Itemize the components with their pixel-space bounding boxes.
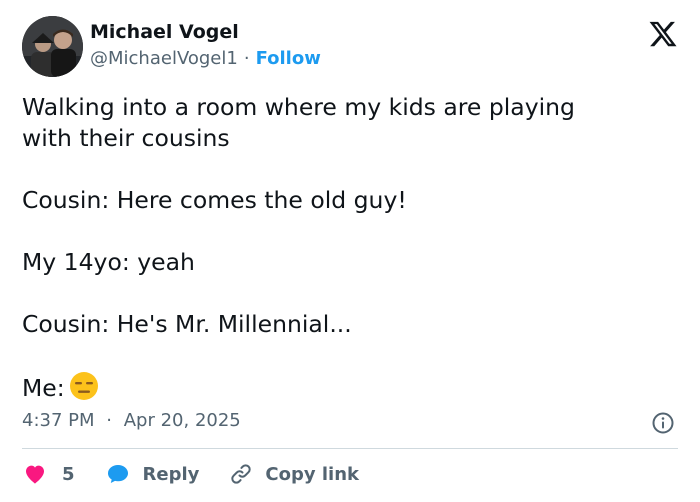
like-button[interactable]: 5 <box>22 462 75 486</box>
author-name[interactable]: Michael Vogel <box>90 21 239 43</box>
tweet-date[interactable]: Apr 20, 2025 <box>124 410 241 431</box>
tweet-line: Walking into a room where my kids are pl… <box>22 93 575 121</box>
reply-button[interactable]: Reply <box>105 462 200 486</box>
heart-icon <box>26 465 44 484</box>
tweet-line: Cousin: Here comes the old guy! <box>22 186 407 214</box>
timestamp[interactable]: 4:37 PM · Apr 20, 2025 <box>22 410 241 431</box>
info-icon[interactable] <box>651 411 675 435</box>
action-bar: 5 Reply Copy link <box>22 459 359 489</box>
reply-label: Reply <box>142 463 200 485</box>
tweet-line: Me: <box>22 374 65 402</box>
copy-link-button[interactable]: Copy link <box>229 462 359 486</box>
tweet-time[interactable]: 4:37 PM <box>22 410 95 431</box>
follow-button[interactable]: Follow <box>256 48 321 69</box>
tweet-text: Walking into a room where my kids are pl… <box>22 92 672 409</box>
expressionless-face-emoji-icon <box>69 371 99 409</box>
link-icon <box>231 464 252 484</box>
divider <box>22 448 678 449</box>
tweet-line-last: Me: <box>22 371 672 409</box>
author-handle-row: @MichaelVogel1 · Follow <box>90 48 321 69</box>
speech-bubble-icon <box>107 465 128 483</box>
separator-dot: · <box>106 410 112 431</box>
tweet-line: Cousin: He's Mr. Millennial... <box>22 310 352 338</box>
author-handle[interactable]: @MichaelVogel1 <box>90 48 238 69</box>
separator-dot: · <box>243 48 250 69</box>
tweet-line: with their cousins <box>22 124 230 152</box>
x-logo-icon[interactable] <box>648 19 678 49</box>
tweet-line: My 14yo: yeah <box>22 248 195 276</box>
avatar[interactable] <box>22 16 83 77</box>
copy-link-label: Copy link <box>265 463 359 485</box>
like-count: 5 <box>62 463 75 485</box>
tweet-card: Michael Vogel @MichaelVogel1 · Follow Wa… <box>0 0 700 502</box>
